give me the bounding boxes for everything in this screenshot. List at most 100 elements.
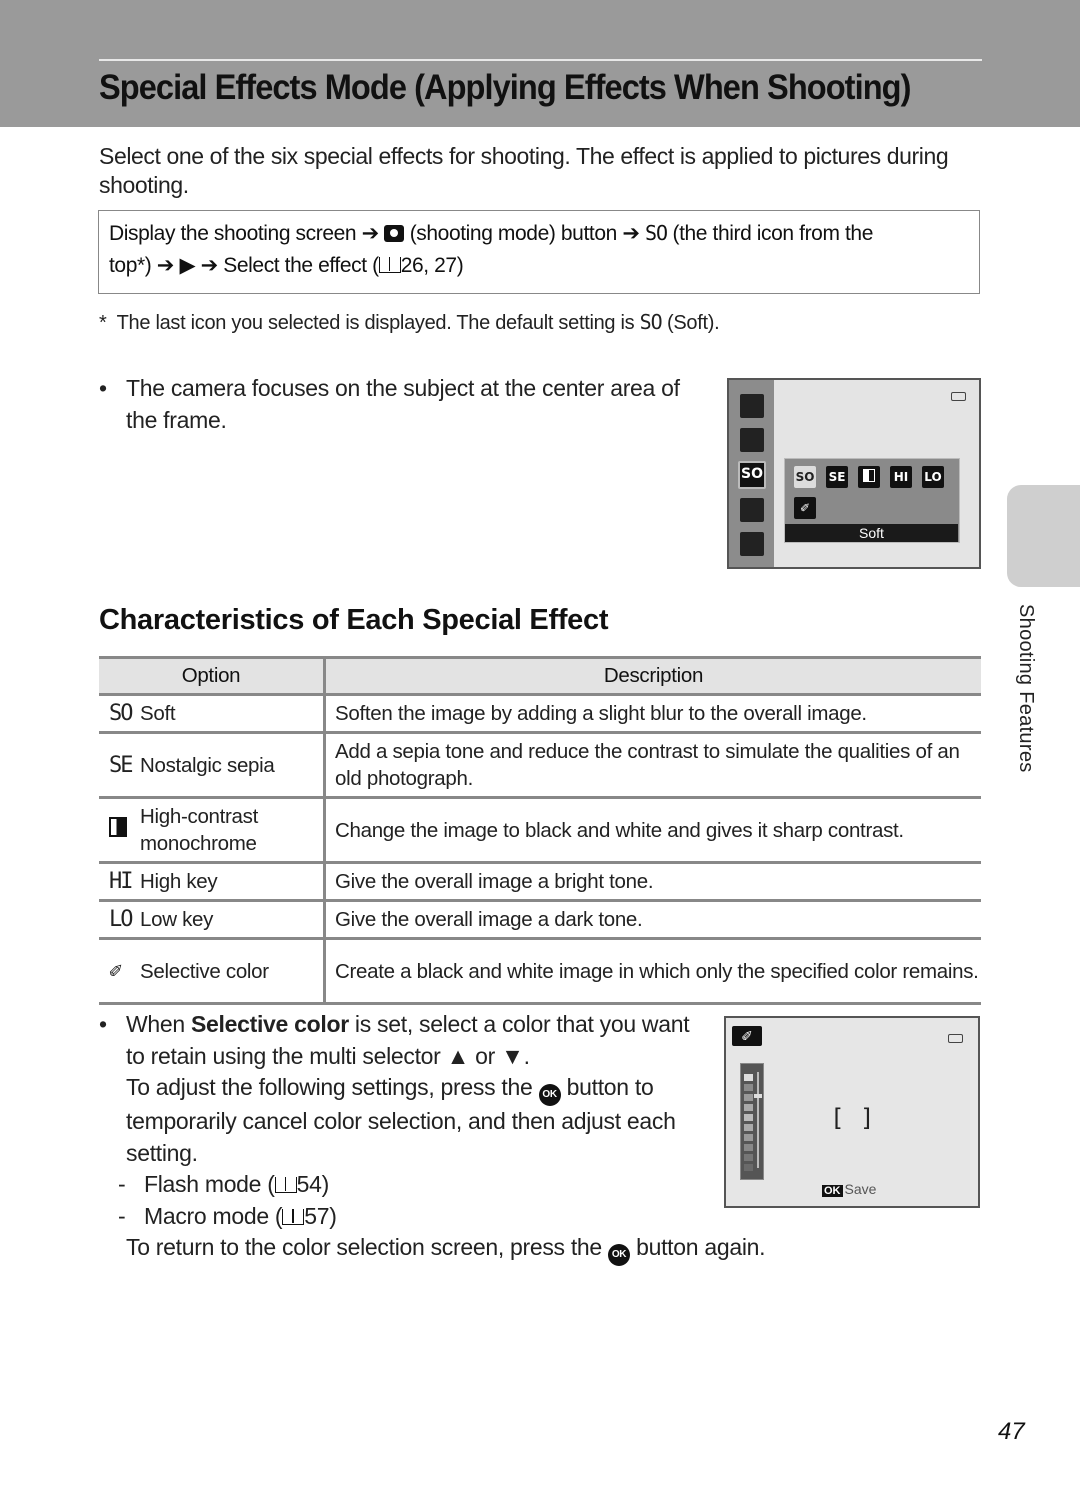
procedure-text: (the third icon from the [672,222,873,245]
arrow-icon: ➔ [361,222,380,245]
slider-thumb[interactable] [754,1094,762,1098]
color-swatch [744,1094,753,1101]
color-swatch [744,1124,753,1131]
ok-icon: OK [822,1185,843,1197]
option-label: Selective color [140,959,269,983]
auto-mode-icon [740,532,764,556]
procedure-text: (shooting mode) button [409,222,618,245]
footnote-text: (Soft). [666,312,720,334]
table-row: High-contrast monochrome Change the imag… [99,797,981,864]
header-rule [99,59,982,61]
arrow-icon: ➔ [622,222,640,245]
mode-sidebar: SO [729,380,774,567]
bullet-text: button again. [630,1234,766,1260]
effect-monochrome-icon[interactable] [858,466,880,488]
bullet-selective-color: • When Selective color is set, select a … [99,1009,819,1266]
header-description: Description [324,656,981,696]
low-key-icon: LO [109,907,134,932]
scene-auto-icon [740,394,764,418]
option-cell: HI High key [99,862,326,902]
header-option: Option [99,656,326,696]
soft-icon: SO [644,221,668,245]
description-cell: Soften the image by adding a slight blur… [324,694,981,734]
table-row: SE Nostalgic sepia Add a sepia tone and r… [99,732,981,799]
description-cell: Create a black and white image in which … [324,938,981,1005]
dash: - [118,1202,126,1229]
procedure-text: top*) [109,254,152,277]
page-reference: 26, 27) [400,254,464,277]
description-cell: Change the image to black and white and … [324,797,981,864]
bullet-return-note: To return to the color selection screen,… [126,1232,819,1266]
effect-lowkey-icon[interactable]: LO [922,466,944,488]
option-cell: LO Low key [99,900,326,940]
page-number: 47 [998,1418,1025,1445]
camera-icon [384,225,405,242]
effect-selective-color-icon[interactable]: ✐ [794,497,816,519]
color-swatch [744,1084,753,1091]
sepia-icon: SE [109,752,134,778]
chapter-tab[interactable] [1007,485,1080,587]
smart-portrait-icon [740,498,764,522]
chapter-label: Shooting Features [1015,604,1037,773]
option-cell: High-contrast monochrome [99,797,326,864]
special-effects-icon: SO [738,461,766,489]
soft-icon: SO [639,310,663,334]
focus-bracket-left: [ [830,1104,845,1132]
description-cell: Give the overall image a dark tone. [324,900,981,940]
option-cell: SE Nostalgic sepia [99,732,326,799]
intro-text: Select one of the six special effects fo… [99,143,949,198]
effect-soft-icon[interactable]: SO [794,466,816,488]
table-row: HI High key Give the overall image a brig… [99,862,981,902]
battery-icon [951,392,966,401]
effects-table: Option Description SO Soft Soften the ima… [99,656,981,1005]
camera-screen-effect-menu: SO SO SE HI LO ✐ Soft [727,378,981,569]
high-key-icon: HI [109,869,134,894]
description-cell: Give the overall image a bright tone. [324,862,981,902]
sub-item-macro-mode: - Macro mode (57) [118,1201,819,1233]
option-label: Nostalgic sepia [140,753,275,777]
procedure-text: Select the effect ( [223,254,379,277]
effect-highkey-icon[interactable]: HI [890,466,912,488]
monochrome-icon [100,817,140,843]
bullet-text: When [126,1011,191,1037]
bullet-text: The camera focuses on the subject at the… [126,375,680,433]
selected-effect-label: Soft [785,524,958,542]
dash: - [118,1171,126,1197]
color-swatch [744,1134,753,1141]
arrow-icon: ➔ [200,254,219,277]
bullet-body: When Selective color is set, select a co… [126,1009,701,1169]
option-label: High key [140,870,218,893]
table-row: SO Soft Soften the image by adding a slig… [99,694,981,734]
right-triangle-icon: ▶ [179,254,196,277]
book-icon [274,1177,297,1193]
option-cell: SO Soft [99,694,326,734]
color-swatch [744,1164,753,1171]
camera-screen-selective-color: ✐ [ ] OK Save [724,1016,980,1208]
footnote-text: The last icon you selected is displayed.… [116,312,635,334]
page-title: Special Effects Mode (Applying Effects W… [99,68,911,107]
color-swatch [744,1144,753,1151]
bullet-focus-note: • The camera focuses on the subject at t… [99,372,699,436]
ok-button-icon: OK [538,1084,561,1106]
option-label: Soft [140,702,176,725]
effect-selection-panel: SO SE HI LO ✐ Soft [784,458,960,543]
procedure-box: Display the shooting screen ➔ (shooting … [98,210,980,294]
option-label: High-contrast monochrome [140,805,259,855]
page-reference[interactable]: 57) [304,1203,337,1229]
section-title: Characteristics of Each Special Effect [99,604,609,636]
table-header-row: Option Description [99,656,981,696]
bullet-icon: • [99,1011,107,1037]
color-slider[interactable] [740,1063,764,1180]
arrow-icon: ➔ [156,254,175,277]
eyedropper-icon: ✐ [109,958,122,984]
battery-icon [948,1034,963,1043]
effect-sepia-icon[interactable]: SE [826,466,848,488]
page-reference[interactable]: 54) [297,1171,330,1197]
description-cell: Add a sepia tone and reduce the contrast… [324,732,981,799]
scene-icon [740,428,764,452]
book-icon [378,257,401,273]
color-swatch [744,1154,753,1161]
eyedropper-icon: ✐ [732,1026,762,1046]
bullet-text: To adjust the following settings, press … [126,1074,539,1100]
save-label: Save [844,1181,877,1197]
